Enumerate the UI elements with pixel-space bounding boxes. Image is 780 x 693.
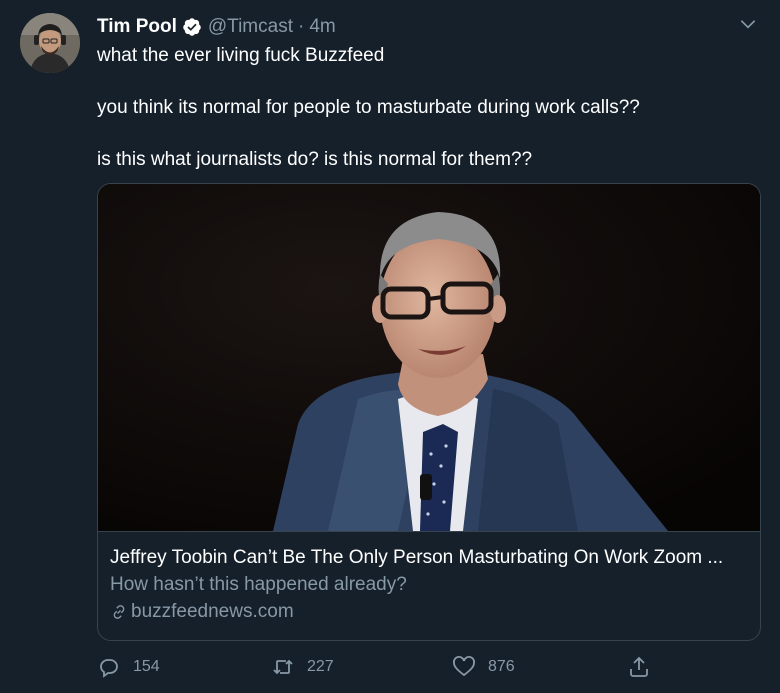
retweet-icon bbox=[273, 659, 293, 675]
retweet-button[interactable]: 227 bbox=[271, 655, 334, 679]
link-preview-card[interactable]: Jeffrey Toobin Can’t Be The Only Person … bbox=[97, 183, 761, 641]
card-text: Jeffrey Toobin Can’t Be The Only Person … bbox=[98, 531, 760, 640]
card-image bbox=[98, 184, 760, 531]
tweet[interactable]: Tim Pool @Timcast · 4m what the ever liv… bbox=[0, 0, 780, 693]
like-count: 876 bbox=[488, 658, 515, 675]
tweet-text: what the ever living fuck Buzzfeed you t… bbox=[97, 43, 757, 199]
like-button[interactable]: 876 bbox=[452, 655, 515, 679]
card-description: How hasn’t this happened already? bbox=[110, 574, 407, 595]
share-icon bbox=[630, 656, 648, 677]
author-handle[interactable]: @Timcast bbox=[208, 16, 293, 38]
avatar[interactable] bbox=[20, 13, 80, 73]
card-domain[interactable]: buzzfeednews.com bbox=[110, 601, 748, 623]
chevron-down-icon[interactable] bbox=[738, 14, 758, 34]
tweet-line: you think its normal for people to mastu… bbox=[97, 97, 640, 118]
card-domain-text: buzzfeednews.com bbox=[131, 601, 294, 622]
reply-count: 154 bbox=[133, 658, 160, 675]
action-bar: 154 227 876 bbox=[97, 655, 761, 681]
timestamp[interactable]: 4m bbox=[309, 16, 335, 38]
reply-icon bbox=[100, 659, 118, 678]
tweet-line: what the ever living fuck Buzzfeed bbox=[97, 45, 385, 66]
verified-badge-icon bbox=[183, 18, 201, 36]
tweet-header: Tim Pool @Timcast · 4m bbox=[97, 14, 336, 40]
retweet-count: 227 bbox=[307, 658, 334, 675]
link-icon bbox=[113, 605, 125, 619]
avatar-image bbox=[20, 13, 80, 73]
author-name[interactable]: Tim Pool bbox=[97, 16, 177, 38]
share-button[interactable] bbox=[627, 655, 663, 679]
card-title[interactable]: Jeffrey Toobin Can’t Be The Only Person … bbox=[110, 547, 748, 569]
heart-icon bbox=[453, 656, 475, 677]
separator-dot: · bbox=[297, 16, 305, 37]
reply-button[interactable]: 154 bbox=[97, 655, 160, 679]
tweet-line: is this what journalists do? is this nor… bbox=[97, 149, 533, 170]
